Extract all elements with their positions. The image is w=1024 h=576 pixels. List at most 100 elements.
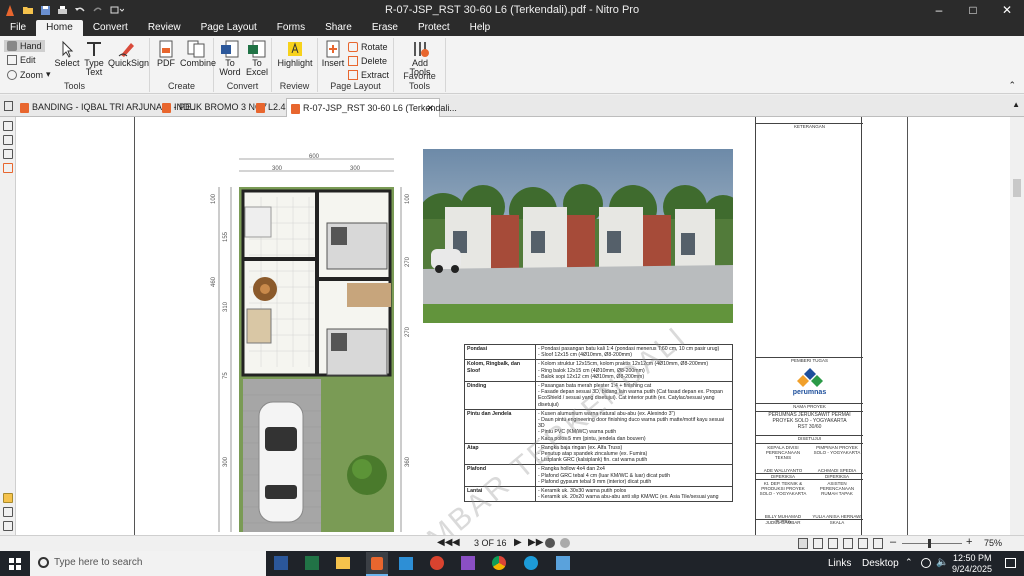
- comments-panel-icon[interactable]: [3, 493, 13, 503]
- network-icon[interactable]: [921, 558, 931, 568]
- zoom-level[interactable]: 75%: [984, 538, 1002, 548]
- to-excel-button[interactable]: To Excel: [245, 40, 269, 77]
- perumnas-logo: perumnas: [756, 363, 863, 403]
- delete-button[interactable]: Delete: [348, 56, 387, 66]
- keterangan-label: KETERANGAN: [756, 123, 863, 129]
- zoom-slider[interactable]: [902, 539, 962, 548]
- collapse-ribbon-icon[interactable]: ⌃: [1008, 80, 1016, 91]
- facing-view-icon[interactable]: [828, 538, 838, 549]
- dim-right-300: 300: [350, 166, 361, 172]
- windows-start-icon[interactable]: [9, 558, 21, 570]
- menu-help[interactable]: Help: [460, 20, 501, 36]
- bookmarks-panel-icon[interactable]: [3, 135, 13, 145]
- edge-app-icon[interactable]: [524, 556, 538, 570]
- window-title: R-07-JSP_RST 30-60 L6 (Terkendali).pdf -…: [384, 4, 640, 16]
- menu-page-layout[interactable]: Page Layout: [191, 20, 267, 36]
- fit-page-icon[interactable]: [858, 538, 868, 549]
- rotate-button[interactable]: Rotate: [348, 42, 388, 52]
- dim-left-5: 75: [223, 372, 229, 379]
- attachments-panel-icon[interactable]: [3, 163, 13, 173]
- menu-file[interactable]: File: [0, 20, 36, 36]
- facing-continuous-icon[interactable]: [843, 538, 853, 549]
- show-hidden-icons-icon[interactable]: ⌃: [905, 557, 913, 568]
- volume-icon[interactable]: 🔈: [936, 557, 948, 568]
- last-page-button[interactable]: ▶▶: [528, 537, 543, 548]
- customize-toolbar-icon[interactable]: [110, 5, 124, 15]
- output-panel-icon[interactable]: [3, 521, 13, 531]
- document-view[interactable]: 600 300 300 100 155 460 310 75 300 100 2…: [16, 117, 1010, 535]
- checker-signatures: Kt. DEP. TEKNIK & PRODUKSI PROYEK SOLO -…: [756, 479, 863, 524]
- zoom-slider-thumb[interactable]: [928, 539, 931, 548]
- menu-erase[interactable]: Erase: [362, 20, 408, 36]
- single-page-view-icon[interactable]: [798, 538, 808, 549]
- snipping-tool-icon[interactable]: [556, 556, 570, 570]
- to-word-button[interactable]: To Word: [218, 40, 242, 77]
- first-page-button[interactable]: ◀◀: [437, 537, 452, 548]
- chrome-app-icon[interactable]: [492, 556, 506, 570]
- redo-icon[interactable]: [92, 5, 104, 15]
- title-bar: R-07-JSP_RST 30-60 L6 (Terkendali).pdf -…: [0, 0, 1024, 20]
- menu-forms[interactable]: Forms: [267, 20, 315, 36]
- close-window-button[interactable]: ✕: [990, 0, 1024, 20]
- menu-share[interactable]: Share: [315, 20, 362, 36]
- wps-app-icon[interactable]: [430, 556, 444, 570]
- previous-page-button[interactable]: ◀: [452, 537, 460, 548]
- photos-app-icon[interactable]: [461, 556, 475, 570]
- excel-app-icon[interactable]: [305, 556, 319, 570]
- layers-panel-icon[interactable]: [3, 149, 13, 159]
- project-info: PERUMNAS JERUKSAWIT PERMAI PROYEK SOLO -…: [756, 411, 863, 430]
- type-text-button[interactable]: Type Text: [82, 40, 106, 77]
- tab-list-icon[interactable]: [4, 101, 13, 111]
- signatures-panel-icon[interactable]: [3, 507, 13, 517]
- favorite-tools-group: Add Tools Favorite Tools: [394, 38, 446, 92]
- pages-panel-icon[interactable]: [3, 121, 13, 131]
- tab-r07-jsp[interactable]: R-07-JSP_RST 30-60 L6 (Terkendali... ✕: [286, 98, 457, 118]
- continuous-view-icon[interactable]: [813, 538, 823, 549]
- fit-width-icon[interactable]: [873, 538, 883, 549]
- notifications-icon[interactable]: [1005, 558, 1016, 568]
- select-button[interactable]: Select: [54, 40, 80, 68]
- save-icon[interactable]: [40, 5, 51, 16]
- extract-button[interactable]: Extract: [348, 70, 389, 80]
- print-icon[interactable]: [57, 5, 68, 16]
- zoom-in-button[interactable]: +: [966, 536, 972, 548]
- word-app-icon[interactable]: [274, 556, 288, 570]
- maximize-button[interactable]: □: [956, 0, 990, 20]
- menu-review[interactable]: Review: [138, 20, 191, 36]
- dim-right-4: 270: [405, 326, 409, 337]
- scroll-up-icon[interactable]: ▲: [1012, 100, 1020, 109]
- file-explorer-icon[interactable]: [336, 557, 350, 569]
- taskbar-search-box[interactable]: Type here to search: [30, 551, 266, 576]
- close-tab-icon[interactable]: ✕: [426, 99, 434, 118]
- back-view-button[interactable]: [545, 538, 555, 548]
- store-app-icon[interactable]: [399, 557, 413, 570]
- insert-button[interactable]: Insert: [321, 40, 345, 68]
- tab-l243[interactable]: L2.43: [252, 98, 291, 117]
- page-number-field[interactable]: 3 OF 16: [474, 538, 507, 548]
- next-page-button[interactable]: ▶: [514, 537, 522, 548]
- links-toolbar[interactable]: Links: [828, 558, 851, 569]
- menu-home[interactable]: Home: [36, 20, 83, 36]
- tab-banding[interactable]: BANDING - IQBAL TRI ARJUNADI - PE...: [16, 98, 199, 117]
- highlight-button[interactable]: Highlight: [276, 40, 314, 68]
- menu-convert[interactable]: Convert: [83, 20, 138, 36]
- scroll-thumb[interactable]: [1013, 179, 1021, 197]
- forward-view-button[interactable]: [560, 538, 570, 548]
- quicksign-button[interactable]: QuickSign: [108, 40, 149, 68]
- open-folder-icon[interactable]: [22, 5, 34, 15]
- combine-button[interactable]: Combine: [180, 40, 216, 68]
- tools-group: Hand Edit Zoom ▾ Select Type Text QuickSi…: [0, 38, 150, 92]
- menu-protect[interactable]: Protect: [408, 20, 460, 36]
- clock-time[interactable]: 12:50 PM: [953, 553, 992, 563]
- zoom-button[interactable]: Zoom ▾: [7, 69, 51, 80]
- undo-icon[interactable]: [74, 5, 86, 15]
- hand-button[interactable]: Hand: [4, 40, 45, 52]
- vertical-scrollbar[interactable]: [1010, 117, 1024, 535]
- tab-induk-bromo[interactable]: INDUK BROMO 3 NO7: [158, 98, 267, 117]
- edit-button[interactable]: Edit: [7, 55, 36, 65]
- minimize-button[interactable]: –: [922, 0, 956, 20]
- pdf-button[interactable]: PDF: [154, 40, 178, 68]
- desktop-toolbar[interactable]: Desktop: [862, 558, 899, 569]
- clock-date[interactable]: 9/24/2025: [952, 564, 992, 574]
- zoom-out-button[interactable]: –: [890, 536, 896, 548]
